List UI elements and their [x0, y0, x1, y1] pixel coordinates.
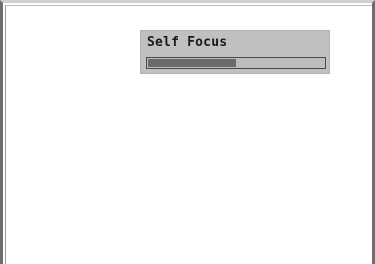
panel-title: Self Focus	[147, 35, 228, 50]
self-focus-panel: Self Focus	[140, 30, 330, 74]
window-content: Self Focus	[5, 5, 372, 264]
window-frame: Self Focus	[0, 0, 375, 264]
progress-fill	[148, 59, 236, 67]
self-focus-progress-bar	[146, 57, 326, 69]
